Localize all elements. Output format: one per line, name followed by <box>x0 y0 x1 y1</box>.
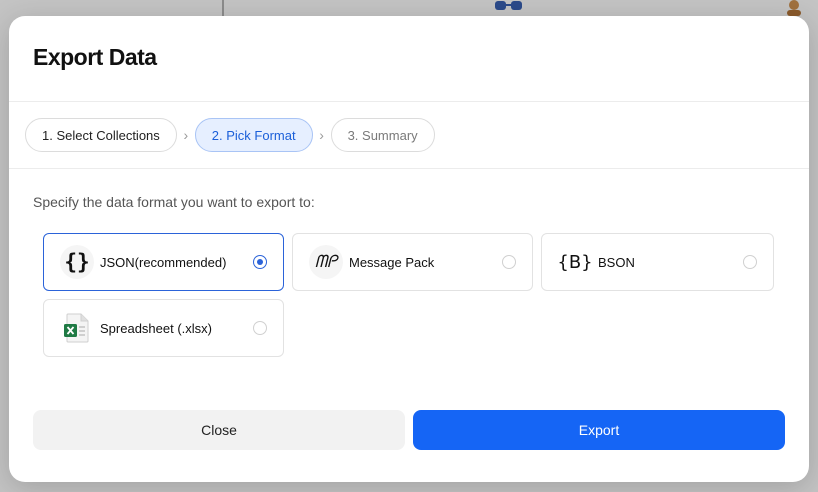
step-summary[interactable]: 3. Summary <box>330 118 435 152</box>
bson-braces-icon: {B} <box>557 245 593 279</box>
background-avatar-icon <box>787 0 801 16</box>
format-option-message-pack[interactable]: ᗰᑭ Message Pack <box>292 233 533 291</box>
format-label: JSON(recommended) <box>100 254 227 270</box>
step-pick-format[interactable]: 2. Pick Format <box>194 118 313 152</box>
export-button[interactable]: Export <box>413 410 785 450</box>
excel-file-icon <box>60 311 94 345</box>
radio-message-pack[interactable] <box>502 255 516 269</box>
close-button[interactable]: Close <box>33 410 405 450</box>
radio-json[interactable] <box>253 255 267 269</box>
radio-bson[interactable] <box>743 255 757 269</box>
step-select-collections[interactable]: 1. Select Collections <box>25 118 177 152</box>
format-label: BSON <box>598 254 635 270</box>
export-stepper: 1. Select Collections › 2. Pick Format ›… <box>9 101 809 169</box>
background-glasses-icon <box>495 1 522 10</box>
radio-spreadsheet[interactable] <box>253 321 267 335</box>
format-label: Message Pack <box>349 254 435 270</box>
format-option-bson[interactable]: {B} BSON <box>541 233 774 291</box>
message-pack-logo-icon: ᗰᑭ <box>309 245 343 279</box>
background-divider <box>222 0 224 16</box>
chevron-right-icon: › <box>319 127 324 143</box>
format-prompt: Specify the data format you want to expo… <box>33 194 315 210</box>
curly-braces-icon: {} <box>60 245 94 279</box>
format-option-json[interactable]: {} JSON(recommended) <box>43 233 284 291</box>
format-label: Spreadsheet (.xlsx) <box>100 320 212 336</box>
export-data-dialog: Export Data 1. Select Collections › 2. P… <box>9 16 809 482</box>
format-options: {} JSON(recommended) ᗰᑭ Message Pack {B}… <box>43 233 775 357</box>
format-option-spreadsheet[interactable]: Spreadsheet (.xlsx) <box>43 299 284 357</box>
dialog-title: Export Data <box>33 44 157 70</box>
chevron-right-icon: › <box>183 127 189 143</box>
